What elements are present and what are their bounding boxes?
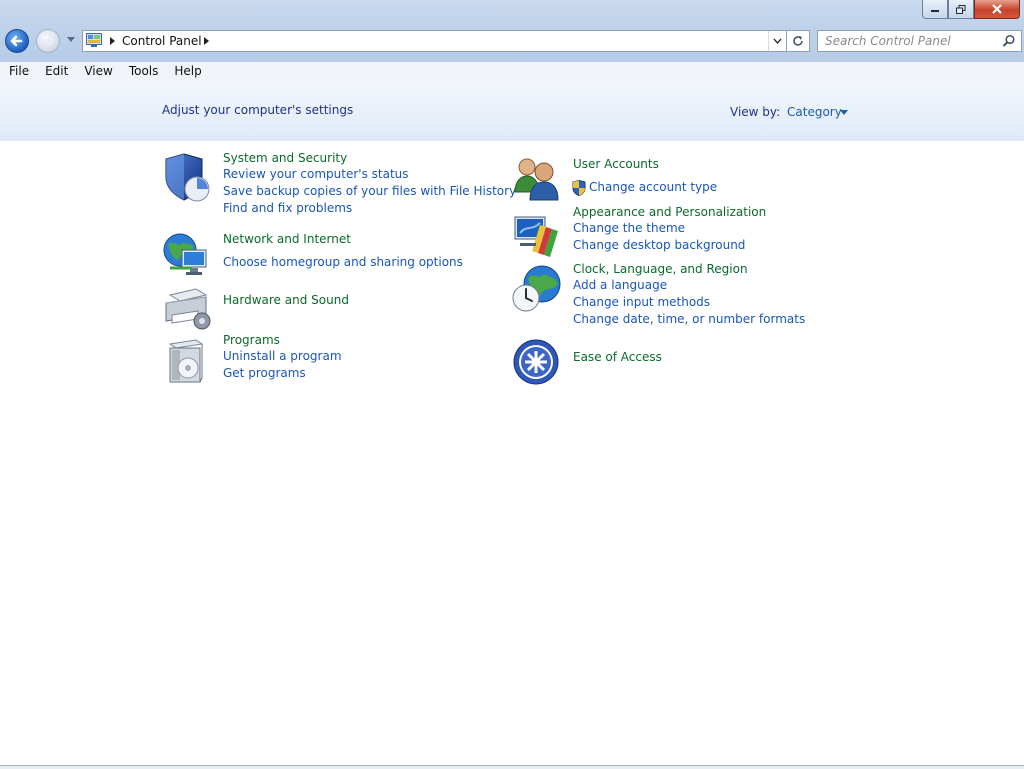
- link-uninstall-program[interactable]: Uninstall a program: [223, 349, 342, 363]
- link-review-status[interactable]: Review your computer's status: [223, 167, 409, 181]
- link-file-history[interactable]: Save backup copies of your files with Fi…: [223, 184, 516, 198]
- menu-view[interactable]: View: [75, 62, 119, 81]
- address-dropdown-button[interactable]: [768, 31, 785, 51]
- category-ease-of-access[interactable]: Ease of Access: [573, 350, 662, 364]
- refresh-button[interactable]: [786, 31, 809, 51]
- link-change-desktop-background[interactable]: Change desktop background: [573, 238, 745, 252]
- appearance-icon[interactable]: [512, 209, 562, 259]
- user-accounts-icon[interactable]: [512, 154, 562, 204]
- link-add-language[interactable]: Add a language: [573, 278, 667, 292]
- back-button[interactable]: [5, 29, 29, 53]
- category-hardware-sound[interactable]: Hardware and Sound: [223, 293, 349, 307]
- chevron-down-icon[interactable]: [840, 110, 848, 115]
- view-by-label: View by:: [730, 105, 781, 119]
- restore-icon: [956, 4, 966, 14]
- category-appearance[interactable]: Appearance and Personalization: [573, 205, 766, 219]
- back-arrow-icon: [10, 35, 23, 47]
- restore-button[interactable]: [948, 0, 974, 19]
- menu-help[interactable]: Help: [165, 62, 208, 81]
- search-box[interactable]: Search Control Panel: [817, 30, 1022, 52]
- category-network-internet[interactable]: Network and Internet: [223, 232, 351, 246]
- control-panel-icon: [86, 33, 102, 47]
- forward-button[interactable]: [36, 29, 60, 53]
- breadcrumb-control-panel[interactable]: Control Panel: [122, 34, 202, 48]
- printer-icon[interactable]: [162, 281, 212, 331]
- search-placeholder[interactable]: Search Control Panel: [825, 34, 951, 48]
- link-homegroup[interactable]: Choose homegroup and sharing options: [223, 255, 463, 269]
- recent-pages-dropdown[interactable]: [67, 37, 75, 42]
- shield-icon[interactable]: [162, 153, 212, 203]
- page-title: Adjust your computer's settings: [162, 103, 354, 117]
- category-clock-region[interactable]: Clock, Language, and Region: [573, 262, 748, 276]
- category-system-security[interactable]: System and Security: [223, 151, 347, 165]
- category-programs[interactable]: Programs: [223, 333, 280, 347]
- link-change-date-formats[interactable]: Change date, time, or number formats: [573, 312, 805, 326]
- forward-arrow-icon: [42, 35, 55, 47]
- ease-of-access-icon[interactable]: [512, 338, 562, 388]
- chevron-down-icon: [772, 38, 782, 44]
- breadcrumb-separator-icon[interactable]: [204, 37, 209, 45]
- minimize-button[interactable]: [922, 0, 948, 19]
- header-band: [0, 81, 1024, 141]
- programs-icon[interactable]: [162, 336, 212, 386]
- close-button[interactable]: [974, 0, 1020, 19]
- link-find-fix-problems[interactable]: Find and fix problems: [223, 201, 352, 215]
- link-change-input-methods[interactable]: Change input methods: [573, 295, 710, 309]
- view-by-dropdown[interactable]: Category: [787, 105, 842, 119]
- menu-bar: File Edit View Tools Help: [0, 62, 1024, 82]
- link-change-account-type[interactable]: Change account type: [589, 180, 717, 194]
- menu-edit[interactable]: Edit: [36, 62, 75, 81]
- network-globe-icon[interactable]: [162, 230, 212, 280]
- menu-file[interactable]: File: [0, 62, 36, 81]
- link-change-theme[interactable]: Change the theme: [573, 221, 685, 235]
- uac-shield-icon: [572, 180, 586, 196]
- close-icon: [992, 4, 1002, 14]
- window-controls: [922, 0, 1020, 20]
- search-icon[interactable]: [1002, 34, 1016, 48]
- refresh-icon: [793, 36, 803, 46]
- breadcrumb-separator-icon[interactable]: [110, 37, 115, 45]
- minimize-icon: [931, 10, 939, 12]
- status-bar: [0, 765, 1024, 769]
- menu-tools[interactable]: Tools: [120, 62, 166, 81]
- address-bar[interactable]: Control Panel: [82, 30, 810, 52]
- category-user-accounts[interactable]: User Accounts: [573, 157, 659, 171]
- link-get-programs[interactable]: Get programs: [223, 366, 306, 380]
- clock-globe-icon[interactable]: [512, 264, 562, 314]
